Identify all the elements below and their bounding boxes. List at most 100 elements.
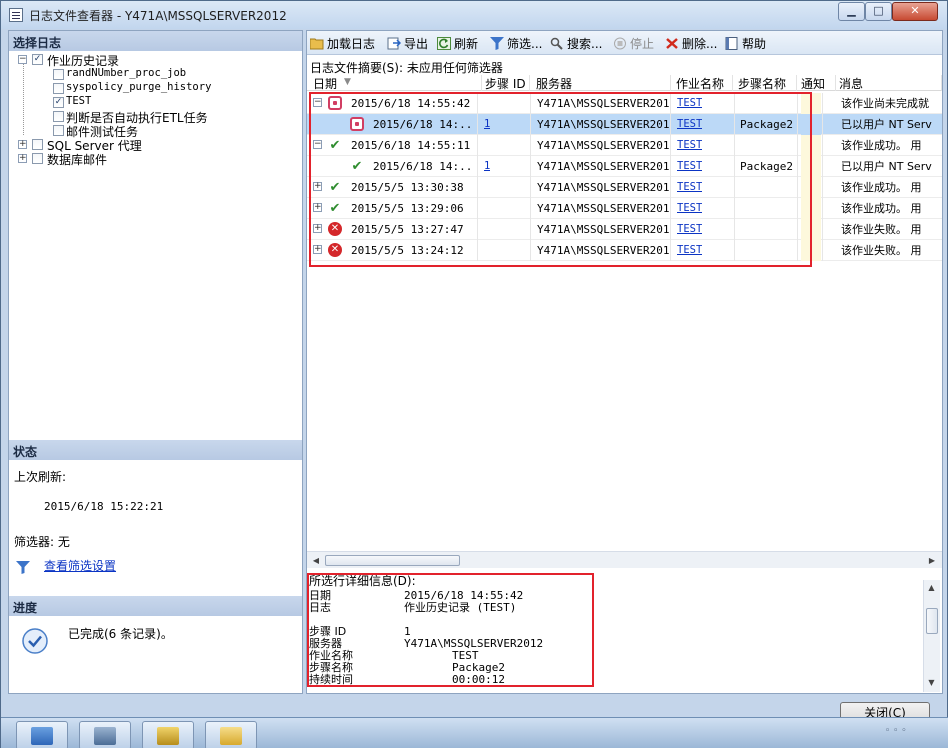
tree-item-label: TEST	[66, 95, 92, 107]
export-button[interactable]: 导出	[387, 35, 428, 52]
expand-icon[interactable]: +	[18, 154, 27, 163]
tree-item[interactable]: ✓ TEST	[9, 92, 299, 109]
filter-icon	[490, 37, 504, 50]
column-header[interactable]: 作业名称	[673, 75, 733, 91]
column-header[interactable]: 步骤 ID	[482, 75, 530, 91]
column-header-label: 作业名称	[676, 77, 725, 91]
window-close-button[interactable]: ✕	[892, 2, 938, 21]
vertical-scroll-thumb[interactable]	[926, 608, 938, 634]
tree-item[interactable]: randNUmber_proc_job	[9, 64, 299, 81]
column-header[interactable]: 服务器	[533, 75, 671, 91]
message-cell: 该作业尚未完成就	[841, 97, 929, 110]
maximize-button[interactable]: □	[865, 2, 892, 21]
title-bar: 日志文件查看器 - Y471A\MSSQLSERVER2012 ▁ □ ✕	[1, 1, 947, 29]
filter-funnel-icon	[16, 561, 30, 574]
refresh-icon	[437, 37, 451, 50]
scroll-up-arrow-icon[interactable]: ▲	[924, 580, 939, 595]
refresh-button[interactable]: 刷新	[437, 35, 478, 52]
sql-server-icon	[157, 727, 179, 745]
column-header-label: 日期	[313, 77, 338, 91]
stop-button[interactable]: 停止	[613, 35, 654, 52]
column-header-label: 通知	[801, 77, 826, 91]
taskbar-network-app[interactable]	[16, 721, 68, 748]
load-log-button[interactable]: 加载日志	[309, 35, 375, 52]
details-vertical-scrollbar[interactable]: ▲ ▼	[923, 580, 940, 692]
taskbar-explorer-app[interactable]	[205, 721, 257, 748]
status-header: 状态	[9, 440, 302, 460]
collapse-icon[interactable]: −	[18, 55, 27, 64]
grid-column-divider	[822, 135, 823, 156]
tree-checkbox[interactable]	[53, 111, 64, 122]
message-cell: 该作业失败。 用	[841, 244, 922, 257]
tree-checkbox[interactable]	[53, 83, 64, 94]
tree-checkbox[interactable]	[32, 153, 43, 164]
search-button[interactable]: 搜索...	[550, 35, 602, 52]
tree-item[interactable]: + SQL Server 代理	[9, 137, 299, 153]
taskbar-window-app[interactable]	[79, 721, 131, 748]
help-book-icon	[725, 37, 739, 50]
taskbar: ◦ ◦ ◦	[1, 717, 948, 748]
filter-button[interactable]: 筛选...	[490, 35, 542, 52]
tree-item[interactable]: − ✓ 作业历史记录	[9, 52, 299, 68]
message-cell: 已以用户 NT Serv	[841, 118, 932, 131]
progress-header: 进度	[9, 596, 302, 616]
column-header[interactable]: 日期 ▼	[310, 75, 482, 91]
tree-checkbox[interactable]: ✓	[53, 97, 64, 108]
delete-x-icon	[665, 37, 679, 50]
completed-check-icon	[22, 628, 48, 654]
grid-column-divider	[822, 219, 823, 240]
log-summary-label: 日志文件摘要(S): 未应用任何筛选器	[310, 61, 503, 75]
delete-button[interactable]: 删除...	[665, 35, 717, 52]
minimize-button[interactable]: ▁	[838, 2, 865, 21]
grid-column-divider	[822, 93, 823, 114]
tree-connector-line	[23, 78, 24, 93]
left-panel: 选择日志 − ✓ 作业历史记录 randNUmber_proc_job syspolic…	[8, 30, 303, 694]
tree-checkbox[interactable]: ✓	[32, 54, 43, 65]
tree-item[interactable]: 判断是否自动执行ETL任务	[9, 106, 299, 125]
expand-icon[interactable]: +	[18, 140, 27, 149]
column-header[interactable]: 通知	[798, 75, 836, 91]
window-app-icon	[94, 727, 116, 745]
window-title: 日志文件查看器 - Y471A\MSSQLSERVER2012	[29, 9, 287, 23]
scroll-down-arrow-icon[interactable]: ▼	[924, 675, 939, 690]
scroll-left-arrow-icon[interactable]: ◀	[308, 553, 324, 568]
column-header-label: 步骤 ID	[485, 77, 526, 91]
grid-column-divider	[822, 177, 823, 198]
grid-column-divider	[822, 240, 823, 261]
last-refresh-label: 上次刷新:	[14, 470, 67, 484]
horizontal-scrollbar[interactable]: ◀ ▶	[307, 551, 942, 568]
tree-checkbox[interactable]	[53, 125, 64, 136]
tree-checkbox[interactable]	[53, 69, 64, 80]
tree-item[interactable]: + 数据库邮件	[9, 151, 299, 167]
stop-icon	[613, 37, 627, 50]
details-highlight-box	[307, 573, 594, 687]
help-button[interactable]: 帮助	[725, 35, 766, 52]
export-icon	[387, 37, 402, 50]
tree-item[interactable]: 邮件测试任务	[9, 120, 299, 139]
taskbar-sql-app[interactable]	[142, 721, 194, 748]
column-header-label: 服务器	[536, 77, 573, 91]
message-cell: 该作业失败。 用	[841, 223, 922, 236]
horizontal-scroll-thumb[interactable]	[325, 555, 460, 566]
tree-item[interactable]: syspolicy_purge_history	[9, 78, 299, 95]
view-filter-settings-link[interactable]: 查看筛选设置	[44, 557, 116, 574]
column-header[interactable]: 消息	[836, 75, 942, 91]
tree-connector-line	[23, 64, 24, 79]
toolbar: 加载日志 导出 刷新 筛选... 搜索... 停止 删除... 帮助	[307, 31, 942, 55]
grid-column-divider	[822, 198, 823, 219]
tree-connector-line	[23, 92, 24, 107]
column-header-label: 消息	[839, 77, 864, 91]
filter-status-label: 筛选器: 无	[14, 535, 70, 549]
scroll-right-arrow-icon[interactable]: ▶	[924, 553, 940, 568]
tree-item-label: randNUmber_proc_job	[66, 67, 187, 79]
column-header[interactable]: 步骤名称	[735, 75, 797, 91]
log-viewer-window: 日志文件查看器 - Y471A\MSSQLSERVER2012 ▁ □ ✕ 选择…	[0, 0, 948, 748]
message-cell: 该作业成功。 用	[841, 139, 922, 152]
grid-column-divider	[822, 156, 823, 177]
column-header-label: 步骤名称	[738, 77, 787, 91]
log-tree: − ✓ 作业历史记录 randNUmber_proc_job syspolicy_pur…	[9, 52, 302, 172]
message-cell: 该作业成功。 用	[841, 202, 922, 215]
tree-checkbox[interactable]	[32, 139, 43, 150]
search-icon	[550, 37, 564, 50]
message-cell: 该作业成功。 用	[841, 181, 922, 194]
